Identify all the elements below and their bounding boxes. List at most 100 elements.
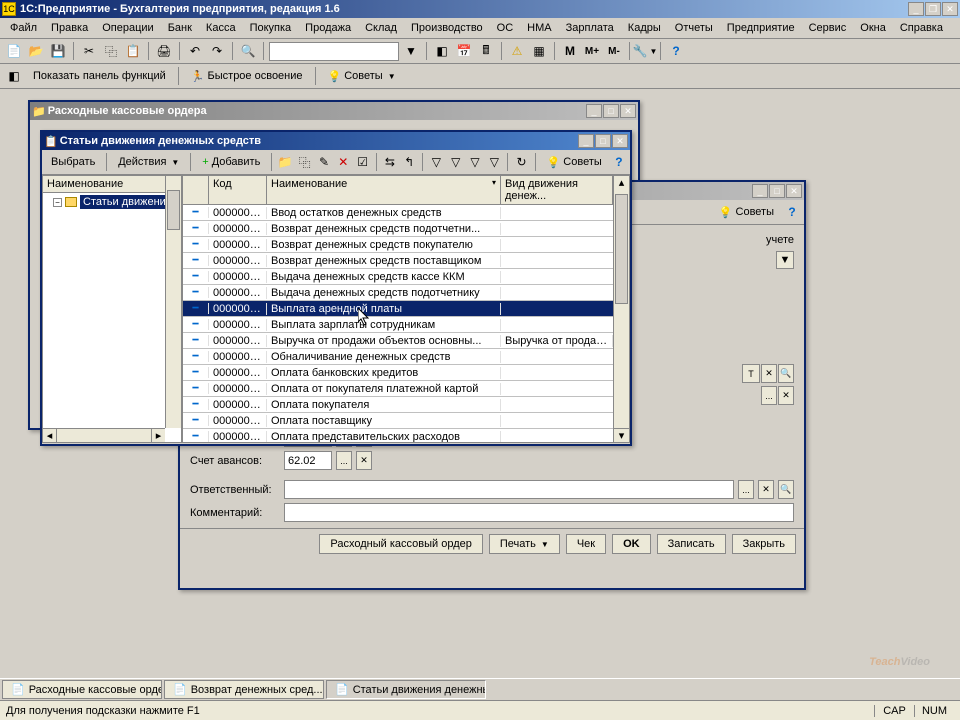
menu-3[interactable]: Банк: [162, 20, 198, 36]
info-icon[interactable]: ⚠: [507, 41, 527, 61]
dds-hierarchy-icon[interactable]: ⇆: [381, 152, 399, 172]
tools-icon[interactable]: 🔧▼: [635, 41, 655, 61]
rko-close-button[interactable]: ✕: [620, 104, 636, 118]
taskbar-item-2[interactable]: 📄Статьи движения денежны...: [326, 680, 486, 699]
tree-root-item[interactable]: − Статьи движения: [43, 193, 181, 211]
dds-actions-button[interactable]: Действия▼: [111, 152, 186, 172]
menu-11[interactable]: Зарплата: [560, 20, 620, 36]
close-button[interactable]: ✕: [942, 2, 958, 16]
account-advance-ellipsis[interactable]: ...: [336, 451, 352, 470]
check-button[interactable]: Чек: [566, 534, 606, 554]
dropdown-button[interactable]: ▼: [776, 251, 794, 269]
save-icon[interactable]: 💾: [48, 41, 68, 61]
dds-filter-clear-icon[interactable]: ▽: [485, 152, 503, 172]
return-tips-button[interactable]: 💡Советы: [712, 202, 781, 222]
grid-row[interactable]: ━000000011Возврат денежных средств подот…: [183, 221, 629, 237]
grid-row[interactable]: ━000000012Выдача денежных средств подотч…: [183, 285, 629, 301]
minimize-button[interactable]: _: [908, 2, 924, 16]
search-input[interactable]: [269, 42, 399, 61]
print-button[interactable]: Печать▼: [489, 534, 560, 554]
selector-t-button[interactable]: T: [742, 364, 760, 383]
find-icon[interactable]: 🔍: [238, 41, 258, 61]
search-dropdown-icon[interactable]: ▼: [401, 41, 421, 61]
return-minimize-button[interactable]: _: [752, 184, 768, 198]
taskbar-item-1[interactable]: 📄Возврат денежных сред...: [164, 680, 324, 699]
tree-selected-item[interactable]: Статьи движения: [80, 195, 175, 209]
menu-15[interactable]: Сервис: [803, 20, 853, 36]
menu-7[interactable]: Склад: [359, 20, 403, 36]
close-form-button[interactable]: Закрыть: [732, 534, 796, 554]
rko-maximize-button[interactable]: □: [603, 104, 619, 118]
rko-minimize-button[interactable]: _: [586, 104, 602, 118]
return-help-icon[interactable]: ?: [782, 202, 802, 222]
dds-close-button[interactable]: ✕: [612, 134, 628, 148]
calendar-icon[interactable]: 📅: [454, 41, 474, 61]
col-kod[interactable]: Код: [209, 176, 267, 204]
grid-row[interactable]: ━000000032Возврат денежных средств поста…: [183, 253, 629, 269]
grid-row[interactable]: ━000000010Возврат денежных средств покуп…: [183, 237, 629, 253]
dds-filter1-icon[interactable]: ▽: [427, 152, 445, 172]
col-vid[interactable]: Вид движения денеж...: [501, 176, 613, 204]
grid-row[interactable]: ━000000022Обналичивание денежных средств: [183, 349, 629, 365]
responsible-input[interactable]: [284, 480, 734, 499]
dds-tips-button[interactable]: 💡Советы: [540, 152, 609, 172]
open-icon[interactable]: 📂: [26, 41, 46, 61]
paste-icon[interactable]: 📋: [123, 41, 143, 61]
col-icon[interactable]: [183, 176, 209, 204]
new-doc-icon[interactable]: 📄: [4, 41, 24, 61]
menu-10[interactable]: НМА: [521, 20, 557, 36]
tree-scrollbar[interactable]: [165, 176, 181, 428]
print-rko-button[interactable]: Расходный кассовый ордер: [319, 534, 482, 554]
dds-add-button[interactable]: +Добавить: [195, 152, 267, 172]
tree-expand-icon[interactable]: −: [53, 198, 62, 207]
dds-maximize-button[interactable]: □: [595, 134, 611, 148]
copy-icon[interactable]: ⿻: [101, 41, 121, 61]
menu-12[interactable]: Кадры: [622, 20, 667, 36]
tree-hscrollbar[interactable]: ◂ ▸: [43, 428, 165, 442]
col-name[interactable]: Наименование▾: [267, 176, 501, 204]
calculator-icon[interactable]: 🖩: [476, 41, 496, 61]
responsible-ellipsis[interactable]: ...: [738, 480, 754, 499]
dds-edit-icon[interactable]: ✎: [315, 152, 333, 172]
grid-row[interactable]: ━000000016Выдача денежных средств кассе …: [183, 269, 629, 285]
menu-17[interactable]: Справка: [894, 20, 949, 36]
menu-16[interactable]: Окна: [854, 20, 892, 36]
grid-row[interactable]: ━000000001Выручка от продажи объектов ос…: [183, 333, 629, 349]
menu-14[interactable]: Предприятие: [721, 20, 801, 36]
dds-filter2-icon[interactable]: ▽: [447, 152, 465, 172]
dds-delete-icon[interactable]: ✕: [334, 152, 352, 172]
menu-8[interactable]: Производство: [405, 20, 489, 36]
grid-row[interactable]: ━000000024Оплата от покупателя платежной…: [183, 381, 629, 397]
restore-button[interactable]: ❐: [925, 2, 941, 16]
dds-filter3-icon[interactable]: ▽: [466, 152, 484, 172]
m-minus-button[interactable]: M-: [604, 41, 624, 61]
write-button[interactable]: Записать: [657, 534, 726, 554]
dds-minimize-button[interactable]: _: [578, 134, 594, 148]
grid-row[interactable]: ━000000015Оплата покупателя: [183, 397, 629, 413]
show-panel-button[interactable]: Показать панель функций: [26, 66, 173, 86]
print-icon[interactable]: 🖨: [154, 41, 174, 61]
responsible-clear[interactable]: ✕: [758, 480, 774, 499]
tips-button[interactable]: 💡Советы▼: [321, 66, 403, 86]
action1-icon[interactable]: ◧: [432, 41, 452, 61]
grid-row[interactable]: ━000000031Оплата поставщику: [183, 413, 629, 429]
menu-5[interactable]: Покупка: [244, 20, 298, 36]
ok-button[interactable]: OK: [612, 534, 651, 554]
panel-icon[interactable]: ◧: [4, 66, 24, 86]
selector-search-button[interactable]: 🔍: [778, 364, 794, 383]
dds-ellipsis-button[interactable]: ...: [761, 386, 777, 405]
menu-2[interactable]: Операции: [96, 20, 159, 36]
return-maximize-button[interactable]: □: [769, 184, 785, 198]
grid-row[interactable]: ━000000027Оплата представительских расхо…: [183, 429, 629, 442]
return-close-button[interactable]: ✕: [786, 184, 802, 198]
dds-mark-icon[interactable]: ☑: [353, 152, 371, 172]
dds-refresh-icon[interactable]: ↻: [512, 152, 530, 172]
dds-clear-button[interactable]: ✕: [778, 386, 794, 405]
grid-icon[interactable]: ▦: [529, 41, 549, 61]
selector-clear-button[interactable]: ✕: [761, 364, 777, 383]
menu-6[interactable]: Продажа: [299, 20, 357, 36]
grid-row[interactable]: ━000000009Выплата зарплаты сотрудникам: [183, 317, 629, 333]
comment-input[interactable]: [284, 503, 794, 522]
dds-add-group-icon[interactable]: 📁: [276, 152, 294, 172]
menu-0[interactable]: Файл: [4, 20, 43, 36]
